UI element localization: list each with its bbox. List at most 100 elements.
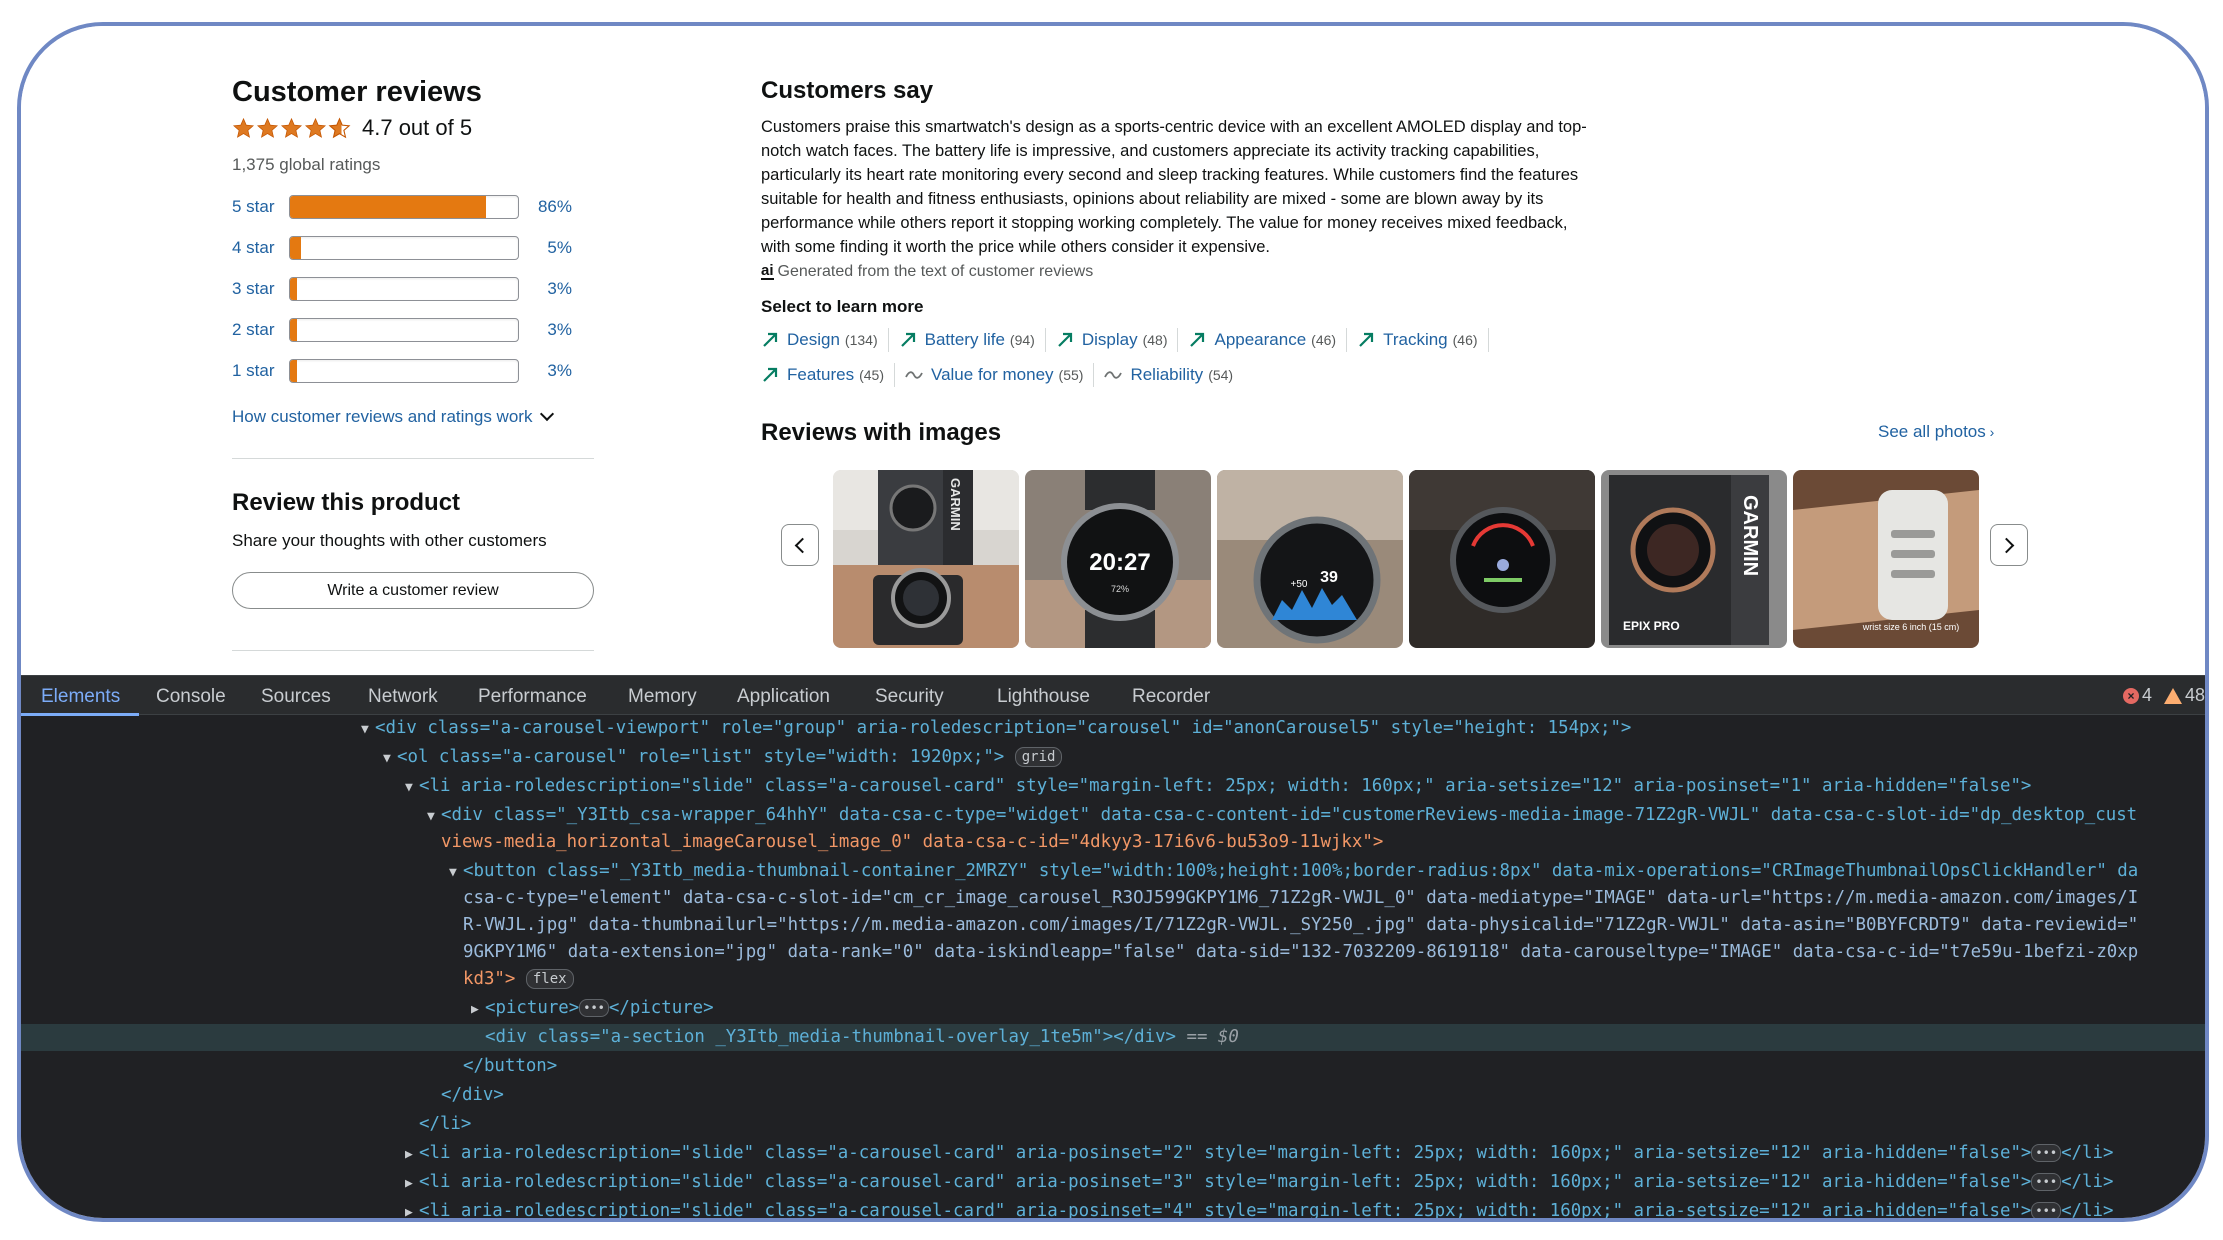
dom-node-text: </div> — [441, 1085, 504, 1105]
collapse-triangle-icon[interactable]: ▶ — [471, 996, 485, 1022]
tab-recorder[interactable]: Recorder — [1132, 686, 1210, 708]
ellipsis-icon[interactable]: ••• — [2031, 1202, 2062, 1218]
aspect-value-for-money[interactable]: Value for money (55) — [905, 363, 1095, 387]
aspect-reliability[interactable]: Reliability (54) — [1104, 363, 1243, 387]
customers-say-summary: Customers praise this smartwatch's desig… — [761, 118, 1587, 256]
histogram-label[interactable]: 3 star — [232, 279, 289, 299]
dom-node-line[interactable]: ▶ <li aria-roledescription="slide" class=… — [21, 1198, 2205, 1221]
dom-node-line[interactable]: views-media_horizontal_imageCarousel_ima… — [21, 829, 2205, 856]
dom-node-line[interactable]: ▼ <button class="_Y3Itb_media-thumbnail-c… — [21, 858, 2205, 885]
review-image-thumbnail[interactable]: GARMIN EPIX PRO — [1601, 470, 1787, 648]
write-review-button[interactable]: Write a customer review — [232, 572, 594, 609]
dom-node-line[interactable]: csa-c-type="element" data-csa-c-slot-id=… — [21, 885, 2205, 912]
histogram-row-3-star[interactable]: 3 star 3% — [232, 276, 602, 302]
histogram-percent[interactable]: 3% — [519, 279, 572, 299]
histogram-label[interactable]: 2 star — [232, 320, 289, 340]
histogram-percent[interactable]: 5% — [519, 238, 572, 258]
tab-memory[interactable]: Memory — [628, 686, 697, 708]
histogram-label[interactable]: 4 star — [232, 238, 289, 258]
expand-triangle-icon[interactable]: ▼ — [383, 745, 397, 771]
review-image-thumbnail[interactable]: GARMIN — [833, 470, 1019, 648]
tab-security[interactable]: Security — [875, 686, 944, 708]
aspect-label: Reliability — [1130, 365, 1204, 384]
review-image-thumbnail[interactable]: 20:27 72% — [1025, 470, 1211, 648]
histogram-label[interactable]: 1 star — [232, 361, 289, 381]
review-image-thumbnail[interactable]: wrist size 6 inch (15 cm) — [1793, 470, 1979, 648]
thumbnail-product-name: EPIX PRO — [1623, 619, 1680, 633]
screenshot-frame: Customer reviews 4.7 out of 5 1,375 glob… — [17, 22, 2209, 1222]
flex-badge[interactable]: flex — [525, 969, 574, 989]
ellipsis-icon[interactable]: ••• — [2031, 1144, 2062, 1162]
aspect-battery-life[interactable]: Battery life (94) — [899, 328, 1046, 352]
dom-node-line[interactable]: R-VWJL.jpg" data-thumbnailurl="https://m… — [21, 912, 2205, 939]
dom-node-text: </li> — [419, 1114, 472, 1134]
expand-triangle-icon[interactable]: ▼ — [449, 859, 463, 885]
dom-node-line[interactable]: ▶ <picture> ••• </picture> — [21, 995, 2205, 1022]
aspect-appearance[interactable]: Appearance (46) — [1188, 328, 1348, 352]
trend-up-icon — [1058, 332, 1072, 347]
error-count: 4 — [2141, 685, 2152, 705]
aspect-count: (134) — [844, 332, 878, 348]
dom-node-line[interactable]: </div> — [21, 1082, 2205, 1109]
dom-node-text: <button class="_Y3Itb_media-thumbnail-co… — [463, 861, 2139, 881]
aspect-tracking[interactable]: Tracking (46) — [1357, 328, 1489, 352]
tab-lighthouse[interactable]: Lighthouse — [997, 686, 1090, 708]
aspect-features[interactable]: Features (45) — [761, 363, 895, 387]
histogram-label[interactable]: 5 star — [232, 197, 289, 217]
histogram-percent[interactable]: 86% — [519, 197, 572, 217]
tab-application[interactable]: Application — [737, 686, 830, 708]
histogram-bar[interactable] — [289, 277, 519, 301]
collapse-triangle-icon[interactable]: ▶ — [405, 1199, 419, 1218]
aspects-row: Design (134) Battery life (94) Display (48)… — [761, 328, 1499, 352]
dom-node-line[interactable]: ▶ <li aria-roledescription="slide" class=… — [21, 1169, 2205, 1196]
issues-counter[interactable]: × 4 48 — [2122, 685, 2205, 706]
collapse-triangle-icon[interactable]: ▶ — [405, 1170, 419, 1196]
histogram-bar[interactable] — [289, 195, 519, 219]
tab-network[interactable]: Network — [368, 686, 438, 708]
dom-node-line[interactable]: ▶ <li aria-roledescription="slide" class=… — [21, 1140, 2205, 1167]
ellipsis-icon[interactable]: ••• — [2031, 1173, 2062, 1191]
tab-performance[interactable]: Performance — [478, 686, 587, 708]
tab-console[interactable]: Console — [156, 686, 226, 708]
dom-node-line[interactable]: kd3"> flex — [21, 966, 2205, 993]
histogram-percent[interactable]: 3% — [519, 320, 572, 340]
aspect-display[interactable]: Display (48) — [1056, 328, 1179, 352]
histogram-bar[interactable] — [289, 359, 519, 383]
histogram-row-5-star[interactable]: 5 star 86% — [232, 194, 602, 220]
histogram-bar[interactable] — [289, 318, 519, 342]
dom-node-line[interactable]: </button> — [21, 1053, 2205, 1080]
expand-triangle-icon[interactable]: ▼ — [405, 774, 419, 800]
dom-node-line[interactable]: ▼ <ol class="a-carousel" role="list" styl… — [21, 744, 2205, 771]
histogram-row-1-star[interactable]: 1 star 3% — [232, 358, 602, 384]
ellipsis-icon[interactable]: ••• — [579, 999, 609, 1017]
histogram-percent[interactable]: 3% — [519, 361, 572, 381]
dom-node-line[interactable]: ▼ <div class="_Y3Itb_csa-wrapper_64hhY" d… — [21, 802, 2205, 829]
how-reviews-work-link[interactable]: How customer reviews and ratings work — [232, 406, 555, 427]
dom-node-line[interactable]: </li> — [21, 1111, 2205, 1138]
review-image-thumbnail[interactable]: 39 +50 — [1217, 470, 1403, 648]
carousel-prev-button[interactable] — [781, 524, 819, 566]
histogram-row-4-star[interactable]: 4 star 5% — [232, 235, 602, 261]
expand-triangle-icon[interactable]: ▼ — [427, 803, 441, 829]
dom-node-line[interactable]: ▼ <li aria-roledescription="slide" class=… — [21, 773, 2205, 800]
histogram-row-2-star[interactable]: 2 star 3% — [232, 317, 602, 343]
dom-node-text: </picture> — [608, 998, 714, 1018]
dom-node-line-selected[interactable]: <div class="a-section _Y3Itb_media-thumb… — [21, 1024, 2205, 1051]
watch-photo-image: 39 +50 — [1217, 470, 1403, 648]
histogram-fill — [290, 360, 297, 382]
tab-elements[interactable]: Elements — [41, 686, 120, 708]
dom-node-line[interactable]: 9GKPY1M6" data-extension="jpg" data-rank… — [21, 939, 2205, 966]
see-all-photos-link[interactable]: See all photos › — [1878, 422, 1994, 442]
dom-node-line[interactable]: ▼ <div class="a-carousel-viewport" role="… — [21, 715, 2205, 742]
expand-triangle-icon[interactable]: ▼ — [361, 716, 375, 742]
carousel-next-button[interactable] — [1990, 524, 2028, 566]
thumbnail-brand: GARMIN — [1739, 495, 1761, 576]
grid-badge[interactable]: grid — [1014, 747, 1063, 767]
review-image-thumbnail[interactable] — [1409, 470, 1595, 648]
aspect-design[interactable]: Design (134) — [761, 328, 889, 352]
tab-sources[interactable]: Sources — [261, 686, 331, 708]
dom-node-text: <li aria-roledescription="slide" class="… — [419, 1201, 2032, 1221]
collapse-triangle-icon[interactable]: ▶ — [405, 1141, 419, 1167]
average-rating[interactable]: 4.7 out of 5 — [232, 115, 472, 141]
histogram-bar[interactable] — [289, 236, 519, 260]
